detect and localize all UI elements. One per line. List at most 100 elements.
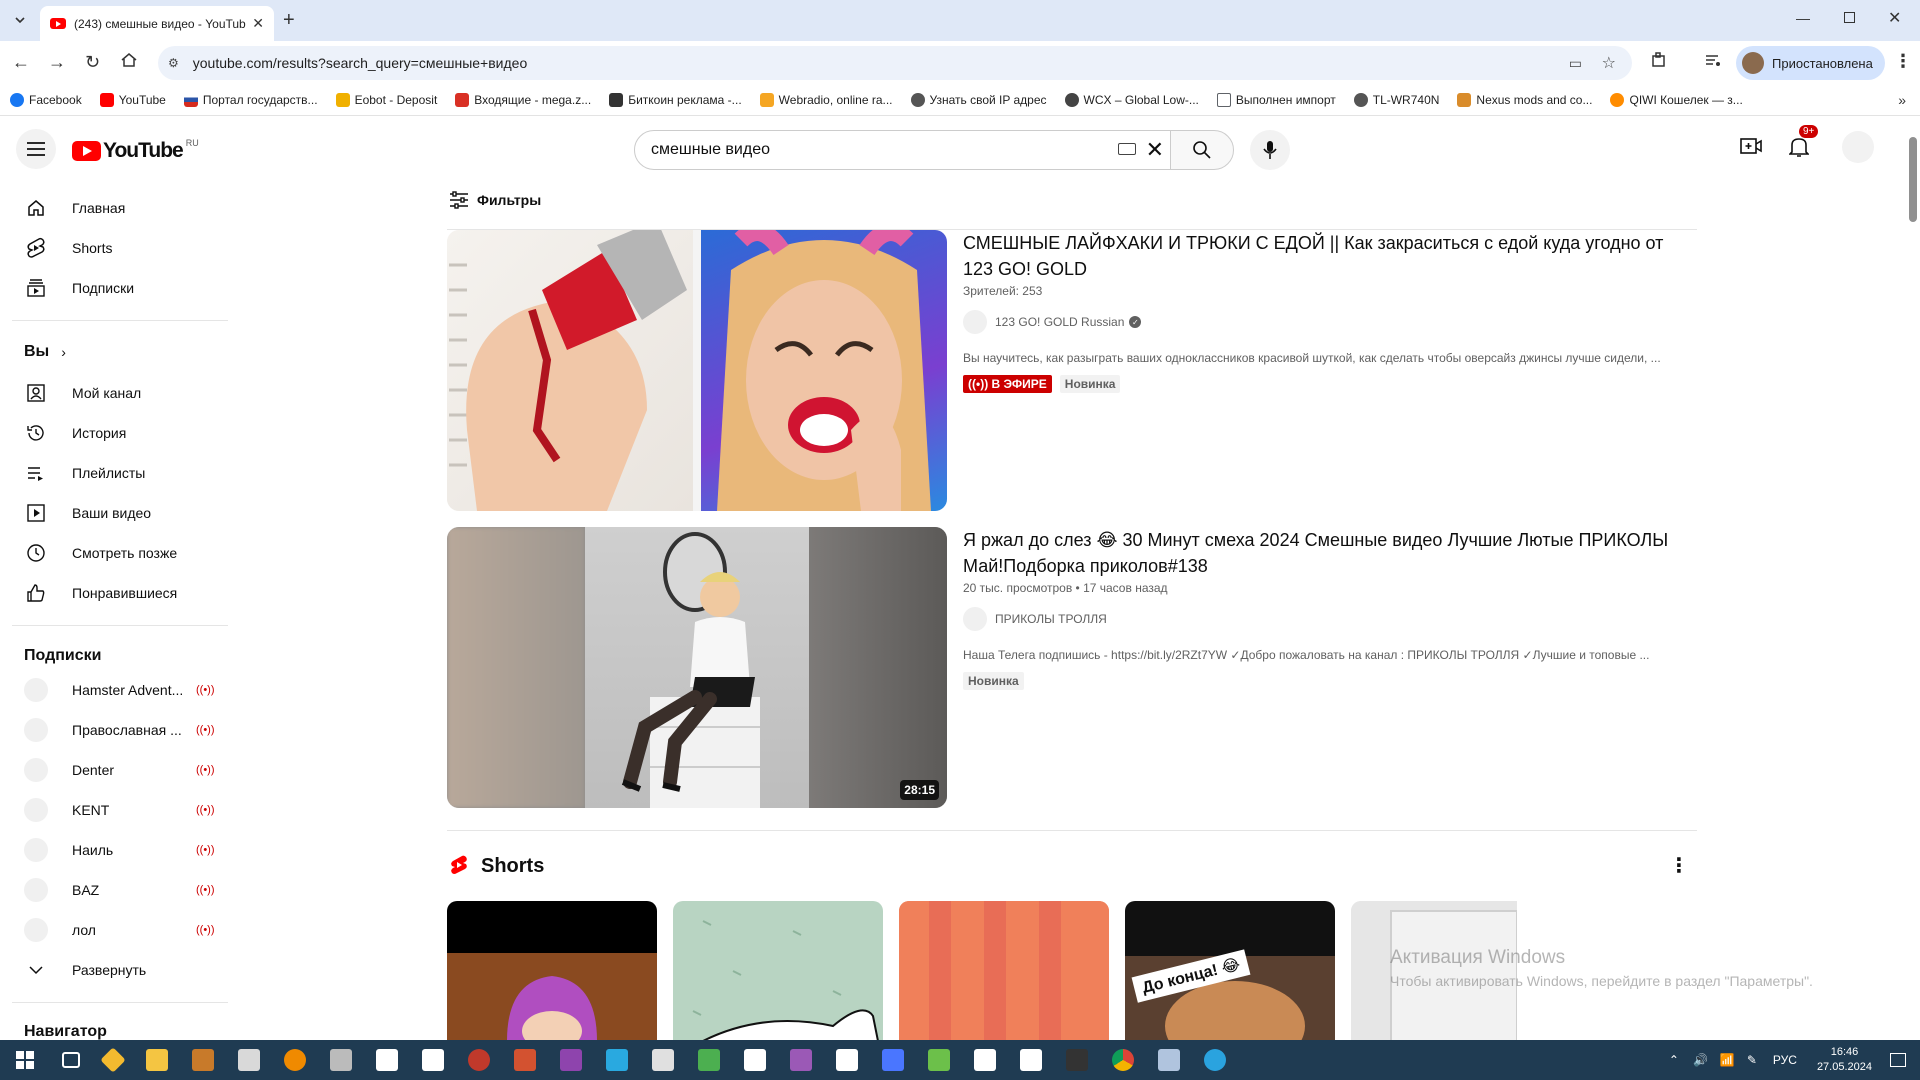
search-input[interactable]: смешные видео ✕ xyxy=(634,130,1171,170)
bookmark-item[interactable]: Facebook xyxy=(10,92,82,107)
sidebar-expand-button[interactable]: Развернуть xyxy=(12,950,228,990)
money-app-icon[interactable] xyxy=(698,1049,720,1071)
sidebar-item-home[interactable]: Главная xyxy=(12,188,228,228)
short-card[interactable] xyxy=(899,901,1109,1040)
game-launcher-icon[interactable] xyxy=(330,1049,352,1071)
sidebar-item-liked[interactable]: Понравившиеся xyxy=(12,573,228,613)
clock[interactable]: 16:46 27.05.2024 xyxy=(1817,1045,1872,1075)
short-card[interactable]: До конца! 😂 xyxy=(1125,901,1335,1040)
sidebar-item-watch-later[interactable]: Смотреть позже xyxy=(12,533,228,573)
scrollbar-thumb[interactable] xyxy=(1909,137,1917,222)
notification-center-icon[interactable] xyxy=(1890,1053,1906,1067)
sidebar-subscription-item[interactable]: KENT ((•)) xyxy=(12,790,228,830)
restore-window-icon[interactable] xyxy=(1844,12,1855,23)
tab-search-chevron-icon[interactable] xyxy=(10,10,30,30)
messenger-app-icon[interactable] xyxy=(882,1049,904,1071)
voice-search-button[interactable] xyxy=(1250,130,1290,170)
video-channel[interactable]: ПРИКОЛЫ ТРОЛЛЯ xyxy=(963,607,1107,631)
bookmark-item[interactable]: Eobot - Deposit xyxy=(335,92,437,107)
page-scrollbar[interactable] xyxy=(1905,117,1920,1040)
video-channel[interactable]: 123 GO! GOLD Russian ✓ xyxy=(963,310,1142,334)
volume-icon[interactable]: 🔊 xyxy=(1693,1053,1708,1067)
create-video-icon[interactable] xyxy=(1740,137,1762,155)
binance-app-icon[interactable] xyxy=(100,1047,126,1073)
sidebar-item-subscriptions[interactable]: Подписки xyxy=(12,268,228,308)
nox-player-icon[interactable] xyxy=(1066,1049,1088,1071)
forward-icon[interactable]: → xyxy=(48,52,66,73)
profile-button[interactable]: Приостановлена xyxy=(1736,46,1885,80)
bookmark-item[interactable]: QIWI Кошелек — з... xyxy=(1610,92,1743,107)
telegram-icon[interactable] xyxy=(1204,1049,1226,1071)
powerpoint-icon[interactable] xyxy=(514,1049,536,1071)
file-icon[interactable] xyxy=(744,1049,766,1071)
reload-icon[interactable]: ↻ xyxy=(85,52,100,73)
fallout-app-icon[interactable] xyxy=(468,1049,490,1071)
extensions-icon[interactable] xyxy=(1650,51,1668,69)
video-result[interactable]: 28:15 Я ржал до слез 😂 30 Минут смеха 20… xyxy=(447,527,1697,809)
minimize-window-icon[interactable]: — xyxy=(1796,10,1810,26)
more-bookmarks-icon[interactable]: » xyxy=(1898,92,1906,108)
short-card[interactable] xyxy=(447,901,657,1040)
file-icon[interactable] xyxy=(1020,1049,1042,1071)
sidebar-subscription-item[interactable]: BAZ ((•)) xyxy=(12,870,228,910)
clear-search-icon[interactable]: ✕ xyxy=(1146,137,1164,163)
bookmark-item[interactable]: WCX – Global Low-... xyxy=(1064,92,1199,107)
close-window-icon[interactable]: ✕ xyxy=(1888,8,1901,28)
site-info-icon[interactable]: ⚙ xyxy=(168,56,179,70)
keyboard-icon[interactable] xyxy=(1118,143,1136,155)
bookmark-folder[interactable]: Выполнен импорт xyxy=(1216,92,1336,107)
bookmark-star-icon[interactable]: ☆ xyxy=(1602,53,1616,73)
bookmark-item[interactable]: Входящие - mega.z... xyxy=(455,92,591,107)
file-icon[interactable] xyxy=(974,1049,996,1071)
pen-icon[interactable]: ✎ xyxy=(1747,1053,1757,1067)
sidebar-subscription-item[interactable]: Hamster Advent... ((•)) xyxy=(12,670,228,710)
bookmark-item[interactable]: Биткоин реклама -... xyxy=(609,92,742,107)
sidebar-subscription-item[interactable]: лол ((•)) xyxy=(12,910,228,950)
app-icon[interactable] xyxy=(652,1049,674,1071)
guide-menu-icon[interactable] xyxy=(16,129,56,169)
new-tab-icon[interactable]: + xyxy=(283,9,295,32)
tray-expand-icon[interactable]: ⌃ xyxy=(1669,1053,1679,1067)
app-icon[interactable] xyxy=(606,1049,628,1071)
filters-button[interactable]: Фильтры xyxy=(449,191,541,209)
video-result[interactable]: СМЕШНЫЕ ЛАЙФХАКИ И ТРЮКИ С ЕДОЙ || Как з… xyxy=(447,230,1697,512)
short-card[interactable] xyxy=(673,901,883,1040)
back-icon[interactable]: ← xyxy=(12,52,30,73)
notifications-bell-icon[interactable] xyxy=(1789,136,1809,158)
media-controls-icon[interactable] xyxy=(1704,51,1722,69)
bookmark-item[interactable]: Nexus mods and co... xyxy=(1457,92,1592,107)
sidebar-item-your-videos[interactable]: Ваши видео xyxy=(12,493,228,533)
bookmark-item[interactable]: TL-WR740N xyxy=(1353,92,1439,107)
search-button[interactable] xyxy=(1170,130,1234,170)
sidebar-subscription-item[interactable]: Православная ... ((•)) xyxy=(12,710,228,750)
bluestacks-icon[interactable] xyxy=(928,1049,950,1071)
sidebar-item-history[interactable]: История xyxy=(12,413,228,453)
tab-close-icon[interactable]: ✕ xyxy=(252,15,264,32)
browser-tab-active[interactable]: (243) смешные видео - YouTube ✕ xyxy=(40,6,274,41)
network-icon[interactable]: 📶 xyxy=(1720,1053,1735,1067)
bookmark-item[interactable]: YouTube xyxy=(99,92,166,107)
counter-strike-icon[interactable] xyxy=(238,1049,260,1071)
paint-app-icon[interactable] xyxy=(790,1049,812,1071)
app-icon[interactable] xyxy=(1158,1049,1180,1071)
sidebar-item-playlists[interactable]: Плейлисты xyxy=(12,453,228,493)
video-thumbnail[interactable] xyxy=(447,230,947,511)
shorts-more-options-icon[interactable]: ⋮ xyxy=(1669,853,1689,878)
sidebar-subscription-item[interactable]: Наиль ((•)) xyxy=(12,830,228,870)
file-icon[interactable] xyxy=(836,1049,858,1071)
bookmark-item[interactable]: Портал государств... xyxy=(183,92,318,107)
install-app-icon[interactable]: ▭ xyxy=(1569,55,1582,72)
chrome-icon[interactable] xyxy=(1112,1049,1134,1071)
sidebar-item-shorts[interactable]: Shorts xyxy=(12,228,228,268)
input-language[interactable]: РУС xyxy=(1773,1053,1797,1067)
game-app-icon[interactable] xyxy=(192,1049,214,1071)
video-thumbnail[interactable]: 28:15 xyxy=(447,527,947,808)
windows-start-icon[interactable] xyxy=(16,1051,34,1069)
file-icon[interactable] xyxy=(376,1049,398,1071)
file-icon[interactable] xyxy=(422,1049,444,1071)
sidebar-you-header[interactable]: Вы › xyxy=(24,343,66,361)
address-bar[interactable]: ⚙ youtube.com/results?search_query=смешн… xyxy=(158,46,1632,80)
bookmark-item[interactable]: Webradio, online ra... xyxy=(759,92,893,107)
video-title[interactable]: Я ржал до слез 😂 30 Минут смеха 2024 Сме… xyxy=(963,527,1683,579)
account-avatar[interactable] xyxy=(1842,131,1874,163)
